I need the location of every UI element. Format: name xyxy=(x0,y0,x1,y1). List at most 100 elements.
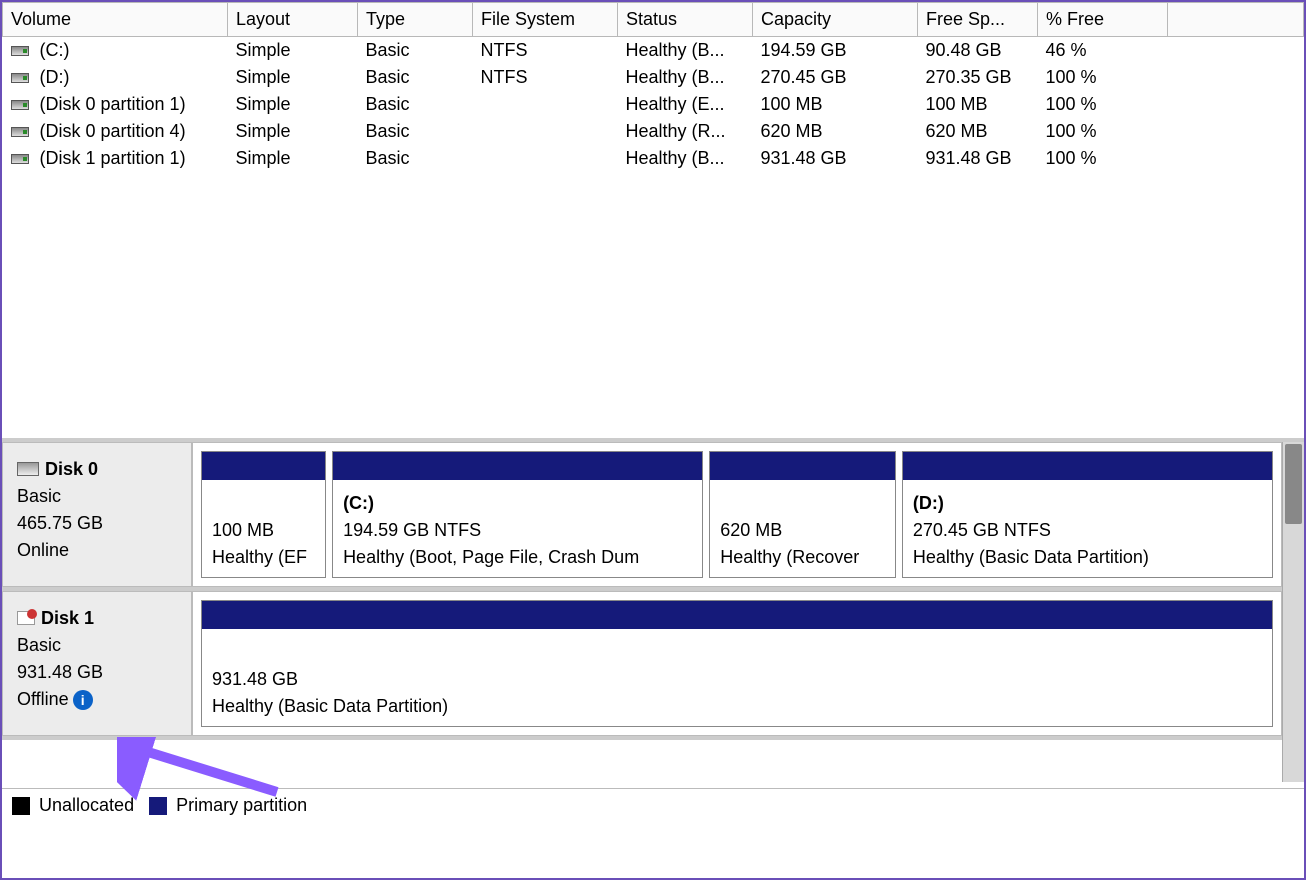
volume-pct: 100 % xyxy=(1046,67,1097,87)
disk-row: Disk 1Basic931.48 GBOfflinei 931.48 GBHe… xyxy=(2,591,1304,740)
volume-free: 931.48 GB xyxy=(926,148,1012,168)
table-row[interactable]: (C:)SimpleBasicNTFSHealthy (B...194.59 G… xyxy=(3,37,1304,65)
partition-track: 100 MBHealthy (EF(C:)194.59 GB NTFSHealt… xyxy=(192,442,1282,587)
volume-free: 270.35 GB xyxy=(926,67,1012,87)
column-header-filler xyxy=(1168,3,1304,37)
volume-fs: NTFS xyxy=(481,40,528,60)
volume-status: Healthy (R... xyxy=(626,121,726,141)
disk-type: Basic xyxy=(17,483,181,510)
volume-table: VolumeLayoutTypeFile SystemStatusCapacit… xyxy=(2,2,1304,172)
table-row[interactable]: (Disk 0 partition 1) Simple Basic Healthy (… xyxy=(3,91,1304,118)
partition-label: (D:) xyxy=(913,490,1262,517)
partition-size: 270.45 GB NTFS xyxy=(913,517,1262,544)
partition-block[interactable]: (D:)270.45 GB NTFSHealthy (Basic Data Pa… xyxy=(902,451,1273,578)
legend-swatch-unallocated xyxy=(12,797,30,815)
volume-type: Basic xyxy=(366,40,410,60)
partition-status: Healthy (Basic Data Partition) xyxy=(913,544,1262,571)
volume-status: Healthy (B... xyxy=(626,40,725,60)
volume-layout: Simple xyxy=(236,121,291,141)
column-header[interactable]: Type xyxy=(358,3,473,37)
volume-pct: 100 % xyxy=(1046,94,1097,114)
table-row[interactable]: (Disk 0 partition 4) Simple Basic Healthy (… xyxy=(3,118,1304,145)
volume-pct: 46 % xyxy=(1046,40,1087,60)
partition-color-bar xyxy=(710,452,895,480)
partition-size: 620 MB xyxy=(720,517,885,544)
partition-color-bar xyxy=(903,452,1272,480)
volume-free: 620 MB xyxy=(926,121,988,141)
legend-label-primary: Primary partition xyxy=(176,795,307,815)
partition-status: Healthy (Recover xyxy=(720,544,885,571)
volume-capacity: 100 MB xyxy=(761,94,823,114)
column-header[interactable]: Capacity xyxy=(753,3,918,37)
volume-table-header-row: VolumeLayoutTypeFile SystemStatusCapacit… xyxy=(3,3,1304,37)
disk-state: Online xyxy=(17,540,69,560)
volume-capacity: 270.45 GB xyxy=(761,67,847,87)
disk-name: Disk 0 xyxy=(45,456,98,483)
disk-offline-icon xyxy=(17,611,35,625)
column-header[interactable]: % Free xyxy=(1038,3,1168,37)
column-header[interactable]: Free Sp... xyxy=(918,3,1038,37)
volume-name: (Disk 1 partition 1) xyxy=(40,148,186,168)
disk-row: Disk 0Basic465.75 GBOnline 100 MBHealthy… xyxy=(2,442,1304,591)
partition-label: (C:) xyxy=(343,490,692,517)
column-header[interactable]: Volume xyxy=(3,3,228,37)
volume-pct: 100 % xyxy=(1046,148,1097,168)
partition-block[interactable]: 100 MBHealthy (EF xyxy=(201,451,326,578)
volume-free: 90.48 GB xyxy=(926,40,1002,60)
partition-block[interactable]: 931.48 GBHealthy (Basic Data Partition) xyxy=(201,600,1273,727)
column-header[interactable]: File System xyxy=(473,3,618,37)
partition-size: 931.48 GB xyxy=(212,666,1262,693)
disk-icon xyxy=(17,462,39,476)
volume-capacity: 620 MB xyxy=(761,121,823,141)
partition-color-bar xyxy=(202,452,325,480)
partition-size: 100 MB xyxy=(212,517,315,544)
table-row[interactable]: (D:)SimpleBasicNTFSHealthy (B...270.45 G… xyxy=(3,64,1304,91)
disk-graphical-pane: Disk 0Basic465.75 GBOnline 100 MBHealthy… xyxy=(2,442,1304,822)
legend-label-unallocated: Unallocated xyxy=(39,795,134,815)
volume-status: Healthy (B... xyxy=(626,67,725,87)
column-header[interactable]: Layout xyxy=(228,3,358,37)
legend-swatch-primary xyxy=(149,797,167,815)
volume-layout: Simple xyxy=(236,40,291,60)
legend-bar: Unallocated Primary partition xyxy=(2,788,1304,822)
partition-status: Healthy (Basic Data Partition) xyxy=(212,693,1262,720)
vertical-scrollbar[interactable] xyxy=(1282,442,1304,782)
volume-free: 100 MB xyxy=(926,94,988,114)
volume-status: Healthy (E... xyxy=(626,94,725,114)
partition-color-bar xyxy=(333,452,702,480)
volume-name: (D:) xyxy=(40,67,70,87)
volume-layout: Simple xyxy=(236,94,291,114)
partition-size: 194.59 GB NTFS xyxy=(343,517,692,544)
volume-capacity: 931.48 GB xyxy=(761,148,847,168)
disk-state: Offline xyxy=(17,689,69,709)
volume-capacity: 194.59 GB xyxy=(761,40,847,60)
volume-status: Healthy (B... xyxy=(626,148,725,168)
partition-track: 931.48 GBHealthy (Basic Data Partition) xyxy=(192,591,1282,736)
volume-icon xyxy=(11,127,29,137)
volume-type: Basic xyxy=(366,94,410,114)
volume-list-pane: VolumeLayoutTypeFile SystemStatusCapacit… xyxy=(2,2,1304,442)
volume-type: Basic xyxy=(366,148,410,168)
volume-icon xyxy=(11,73,29,83)
disk-type: Basic xyxy=(17,632,181,659)
volume-type: Basic xyxy=(366,67,410,87)
table-row[interactable]: (Disk 1 partition 1) Simple Basic Healthy (… xyxy=(3,145,1304,172)
info-icon[interactable]: i xyxy=(73,690,93,710)
disk-info-panel[interactable]: Disk 0Basic465.75 GB Online xyxy=(2,442,192,587)
volume-type: Basic xyxy=(366,121,410,141)
partition-block[interactable]: 620 MBHealthy (Recover xyxy=(709,451,896,578)
volume-icon xyxy=(11,100,29,110)
disk-name: Disk 1 xyxy=(41,605,94,632)
volume-name: (Disk 0 partition 1) xyxy=(40,94,186,114)
partition-status: Healthy (Boot, Page File, Crash Dum xyxy=(343,544,692,571)
volume-icon xyxy=(11,154,29,164)
disk-info-panel[interactable]: Disk 1Basic931.48 GBOfflinei xyxy=(2,591,192,736)
volume-pct: 100 % xyxy=(1046,121,1097,141)
partition-block[interactable]: (C:)194.59 GB NTFSHealthy (Boot, Page Fi… xyxy=(332,451,703,578)
volume-layout: Simple xyxy=(236,148,291,168)
volume-name: (Disk 0 partition 4) xyxy=(40,121,186,141)
column-header[interactable]: Status xyxy=(618,3,753,37)
disk-capacity: 465.75 GB xyxy=(17,510,181,537)
volume-icon xyxy=(11,46,29,56)
volume-layout: Simple xyxy=(236,67,291,87)
